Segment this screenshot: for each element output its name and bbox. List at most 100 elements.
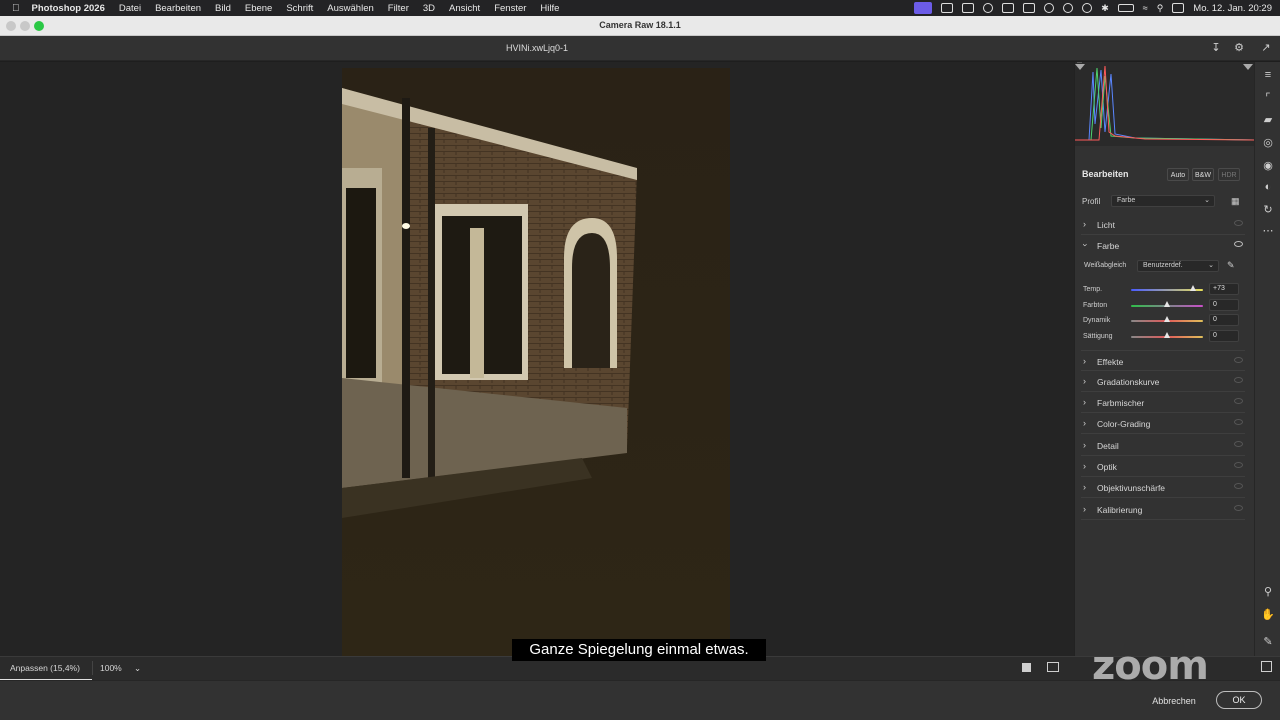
- hdr-button[interactable]: HDR: [1218, 168, 1240, 181]
- slider-knob[interactable]: [1189, 285, 1196, 291]
- menu-bild[interactable]: Bild: [215, 3, 231, 14]
- edit-sliders-icon[interactable]: ≡: [1261, 68, 1275, 82]
- profile-dropdown[interactable]: Farbe ⌄: [1111, 195, 1215, 207]
- presets-icon[interactable]: ◐: [1261, 180, 1275, 194]
- sync-status-icon[interactable]: [1063, 3, 1074, 13]
- visibility-eye-icon[interactable]: [1234, 398, 1243, 404]
- slider-knob[interactable]: [1164, 332, 1170, 338]
- visibility-eye-icon[interactable]: [1234, 357, 1243, 363]
- section-label: Gradationskurve: [1097, 377, 1160, 387]
- crop-icon[interactable]: ⌜: [1261, 91, 1275, 105]
- section-optik[interactable]: › Optik: [1081, 456, 1245, 477]
- profile-label: Profil: [1082, 197, 1101, 206]
- apple-menu-icon[interactable]: : [12, 3, 20, 14]
- gear-icon[interactable]: ⚙: [1232, 41, 1246, 55]
- section-farbmischer[interactable]: › Farbmischer: [1081, 392, 1245, 413]
- chevron-right-icon: ›: [1083, 397, 1086, 407]
- visibility-eye-icon[interactable]: [1234, 220, 1243, 226]
- menu-datei[interactable]: Datei: [119, 3, 141, 14]
- slider-value-field[interactable]: 0: [1209, 314, 1239, 326]
- screen-share-icon[interactable]: [914, 2, 933, 14]
- section-label: Farbe: [1097, 241, 1120, 251]
- slider-knob[interactable]: [1164, 301, 1170, 307]
- whitebalance-dropdown[interactable]: Benutzerdef. ⌄: [1137, 260, 1219, 272]
- slider-saettigung[interactable]: Sättigung 0: [1083, 330, 1243, 344]
- grid-status-icon[interactable]: [962, 3, 975, 13]
- snapshots-icon[interactable]: ↻: [1261, 203, 1275, 217]
- search-icon[interactable]: ⚲: [1157, 3, 1164, 14]
- visibility-eye-icon[interactable]: [1234, 241, 1243, 247]
- window-title: Camera Raw 18.1.1: [599, 20, 681, 30]
- slider-farbton[interactable]: Farbton 0: [1083, 299, 1243, 313]
- zoom-watermark: zoom: [1092, 643, 1209, 689]
- menu-3d[interactable]: 3D: [423, 3, 435, 14]
- camera-status-icon[interactable]: [1002, 3, 1015, 13]
- expand-icon[interactable]: ↗: [1259, 41, 1273, 55]
- menu-fenster[interactable]: Fenster: [494, 3, 526, 14]
- highlight-clip-icon: [1243, 64, 1253, 70]
- section-kalibrierung[interactable]: › Kalibrierung: [1081, 499, 1245, 520]
- ok-button[interactable]: OK: [1216, 691, 1262, 709]
- visibility-eye-icon[interactable]: [1234, 419, 1243, 425]
- edit-panel: Bearbeiten Auto B&W HDR Profil Farbe ⌄ ▦…: [1074, 61, 1256, 656]
- redeye-icon[interactable]: ◉: [1261, 159, 1275, 173]
- slider-knob[interactable]: [1164, 316, 1170, 322]
- pen-status-icon[interactable]: [1023, 3, 1036, 13]
- section-gradationskurve[interactable]: › Gradationskurve: [1081, 371, 1245, 392]
- menubar-clock[interactable]: Mo. 12. Jan. 20:29: [1193, 3, 1272, 14]
- menu-filter[interactable]: Filter: [388, 3, 409, 14]
- visibility-eye-icon[interactable]: [1234, 462, 1243, 468]
- section-color-grading[interactable]: › Color-Grading: [1081, 413, 1245, 434]
- more-icon[interactable]: ⋯: [1261, 224, 1275, 238]
- visibility-eye-icon[interactable]: [1234, 441, 1243, 447]
- chevron-down-icon: ⌄: [1208, 262, 1214, 269]
- menu-auswaehlen[interactable]: Auswählen: [327, 3, 373, 14]
- section-effekte[interactable]: › Effekte: [1081, 350, 1245, 371]
- menu-hilfe[interactable]: Hilfe: [540, 3, 559, 14]
- visibility-eye-icon[interactable]: [1234, 505, 1243, 511]
- fit-zoom-button[interactable]: Anpassen (15,4%): [10, 663, 80, 673]
- app-status-icon[interactable]: [941, 3, 954, 13]
- bw-button[interactable]: B&W: [1192, 168, 1214, 181]
- section-farbe[interactable]: › Farbe: [1081, 235, 1245, 256]
- slider-temp[interactable]: Temp. +73: [1083, 283, 1243, 297]
- section-detail[interactable]: › Detail: [1081, 435, 1245, 456]
- slider-value-field[interactable]: 0: [1209, 330, 1239, 342]
- section-licht[interactable]: › Licht: [1081, 214, 1245, 235]
- zoom-tool-icon[interactable]: ⚲: [1261, 585, 1275, 599]
- image-canvas[interactable]: [0, 62, 1074, 656]
- masking-icon[interactable]: ◎: [1261, 136, 1275, 150]
- menu-bearbeiten[interactable]: Bearbeiten: [155, 3, 201, 14]
- zoom-100-button[interactable]: 100%: [100, 663, 122, 673]
- bluetooth-icon[interactable]: ✱: [1101, 3, 1109, 14]
- visibility-eye-icon[interactable]: [1234, 483, 1243, 489]
- hand-tool-icon[interactable]: ✋: [1261, 608, 1275, 622]
- menu-ansicht[interactable]: Ansicht: [449, 3, 480, 14]
- cancel-button[interactable]: Abbrechen: [1140, 693, 1208, 709]
- record-status-icon[interactable]: [983, 3, 994, 13]
- control-center-icon[interactable]: [1172, 3, 1185, 13]
- eraser-icon[interactable]: ▰: [1261, 113, 1275, 127]
- visibility-eye-icon[interactable]: [1234, 377, 1243, 383]
- battery-icon[interactable]: [1117, 4, 1134, 12]
- profile-browser-icon[interactable]: ▦: [1231, 195, 1243, 207]
- wifi-icon[interactable]: ≈: [1143, 3, 1148, 13]
- menu-app-name[interactable]: Photoshop 2026: [32, 3, 105, 14]
- slider-value-field[interactable]: +73: [1209, 283, 1239, 295]
- sampler-icon[interactable]: ✎: [1261, 635, 1275, 649]
- circle-status-icon[interactable]: [1044, 3, 1055, 13]
- save-icon[interactable]: ↧: [1209, 41, 1223, 55]
- menu-ebene[interactable]: Ebene: [245, 3, 272, 14]
- histogram-graph: [1075, 61, 1256, 141]
- zoom-dropdown-icon[interactable]: ⌄: [134, 663, 141, 674]
- section-objektivunschaerfe[interactable]: › Objektivunschärfe: [1081, 477, 1245, 498]
- single-view-icon[interactable]: [1022, 663, 1031, 672]
- grid-view-icon[interactable]: [1261, 661, 1272, 672]
- compare-view-icon[interactable]: [1047, 662, 1059, 672]
- menu-schrift[interactable]: Schrift: [286, 3, 313, 14]
- eyedropper-icon[interactable]: ✎: [1227, 260, 1235, 271]
- slider-dynamik[interactable]: Dynamik 0: [1083, 314, 1243, 328]
- auto-button[interactable]: Auto: [1167, 168, 1189, 181]
- dot-status-icon[interactable]: [1082, 3, 1093, 13]
- slider-value-field[interactable]: 0: [1209, 299, 1239, 311]
